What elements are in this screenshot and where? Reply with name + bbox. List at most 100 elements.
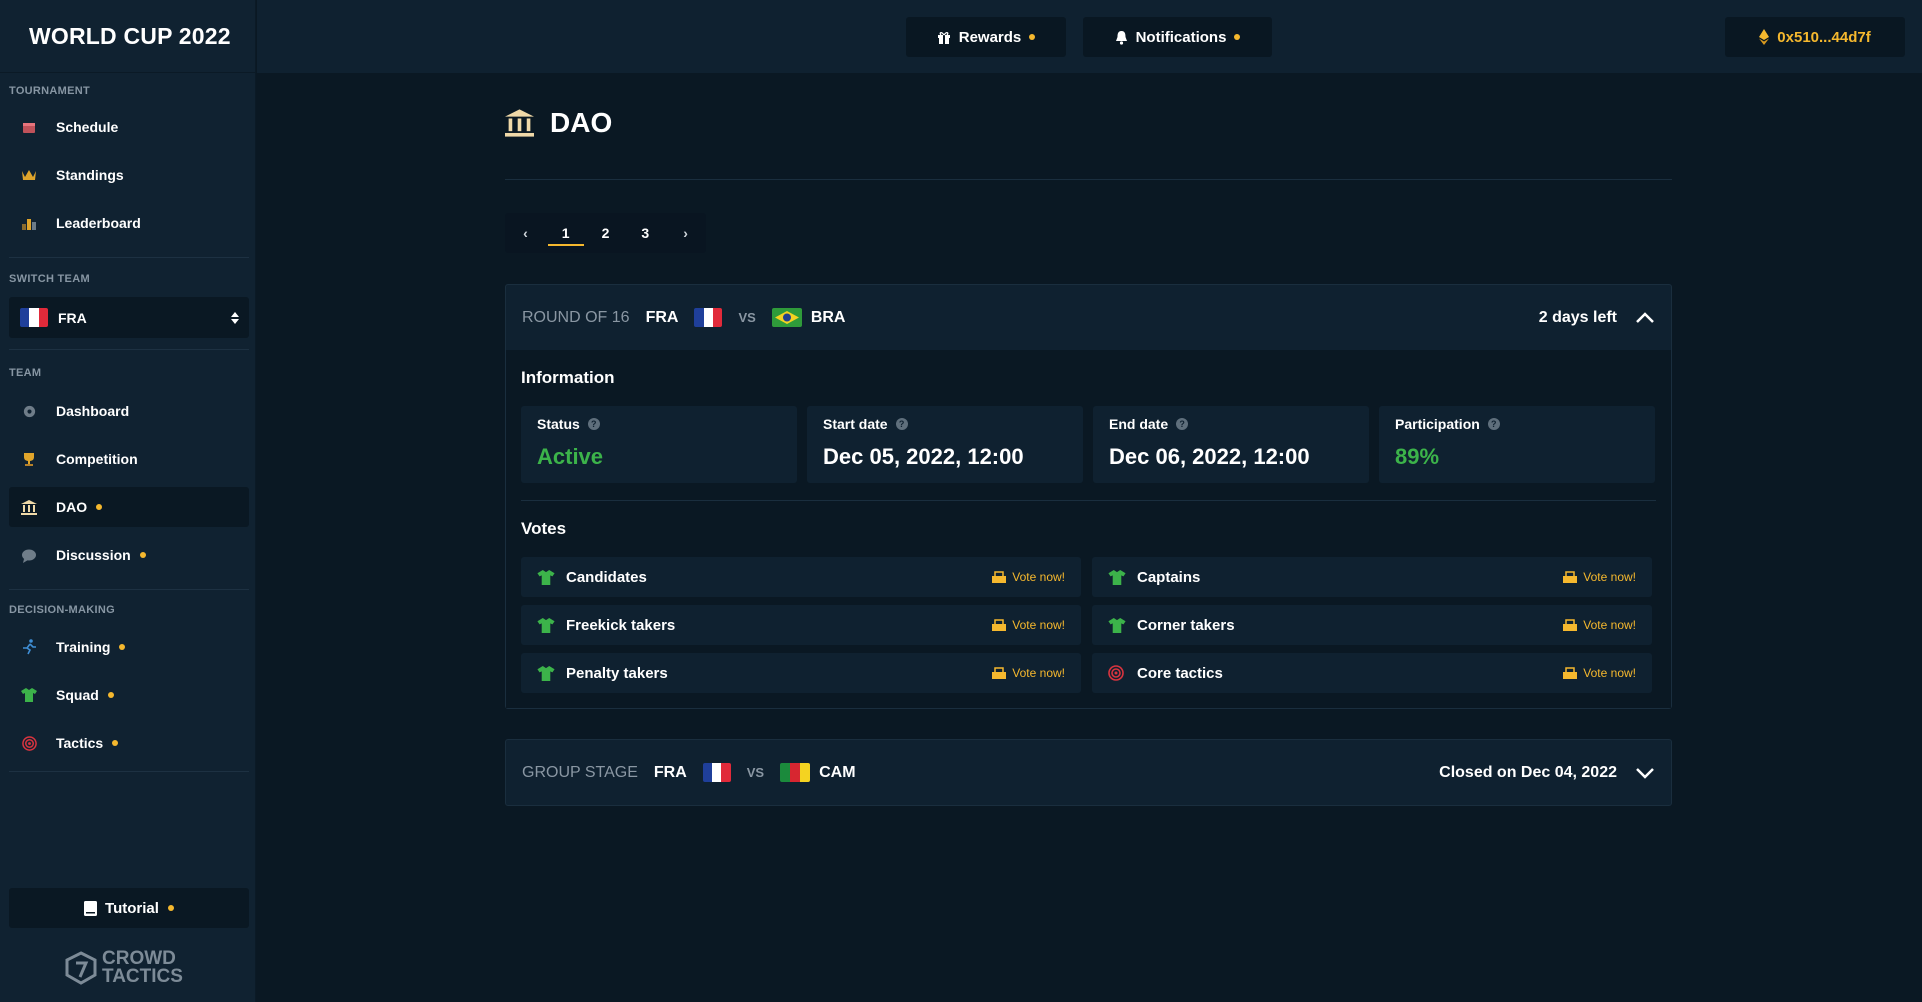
sidebar-item-label: Tactics [56,735,104,751]
sidebar-item-label: Training [56,639,111,655]
wallet-address: 0x510...44d7f [1777,28,1871,46]
vote-label: Freekick takers [566,616,676,634]
home-team: FRA [645,308,679,326]
vote-now-label: Vote now! [1012,618,1065,632]
shirt-icon [1108,616,1128,634]
away-team: CAM [819,763,856,781]
trophy-icon [21,451,37,467]
vote-now-label: Vote now! [1012,570,1065,584]
crown-icon [21,167,37,183]
tutorial-button[interactable]: Tutorial [9,888,249,928]
ethereum-icon [1759,29,1770,45]
sidebar-item-standings[interactable]: Standings [9,155,249,195]
wallet-button[interactable]: 0x510...44d7f [1725,17,1905,57]
vote-row-penalty-takers[interactable]: Penalty takers Vote now! [521,653,1081,693]
tutorial-label: Tutorial [105,899,159,917]
help-icon[interactable]: ? [587,418,600,430]
next-page-button[interactable]: › [665,213,706,253]
info-end-date: End date? Dec 06, 2022, 12:00 [1093,406,1369,483]
france-flag-icon [702,763,731,782]
rewards-button[interactable]: Rewards [906,17,1066,57]
app-title: WORLD CUP 2022 [0,0,255,73]
sidebar-item-training[interactable]: Training [9,627,249,667]
divider [9,589,249,590]
page-button-1[interactable]: 1 [546,213,586,253]
ballot-icon [992,667,1007,679]
team-select-value: FRA [58,309,87,326]
team-select[interactable]: FRA [9,297,249,338]
shield-logo-icon [65,951,97,985]
divider [9,257,249,258]
sidebar-item-leaderboard[interactable]: Leaderboard [9,203,249,243]
vote-label: Corner takers [1137,616,1235,634]
match-card-body: Information Status? Active Start date? D… [506,350,1671,708]
sidebar-item-discussion[interactable]: Discussion [9,535,249,575]
info-value: Dec 06, 2022, 12:00 [1109,444,1310,469]
vs-label: VS [738,310,756,325]
help-icon[interactable]: ? [1487,418,1500,430]
page-button-2[interactable]: 2 [586,213,626,253]
notification-dot [1029,34,1036,40]
notification-dot [119,644,126,650]
runner-icon [21,639,37,655]
vote-label: Candidates [566,568,647,586]
sidebar-item-schedule[interactable]: Schedule [9,107,249,147]
vote-row-core-tactics[interactable]: Core tactics Vote now! [1092,653,1652,693]
prev-page-button[interactable]: ‹ [505,213,546,253]
bank-icon [505,109,534,137]
france-flag-icon [20,308,48,327]
chevron-down-icon[interactable] [1635,767,1655,779]
notifications-button[interactable]: Notifications [1083,17,1272,57]
vote-row-candidates[interactable]: Candidates Vote now! [521,557,1081,597]
vote-now-link[interactable]: Vote now! [992,666,1065,680]
cameroon-flag-icon [780,763,811,782]
sidebar-item-tactics[interactable]: Tactics [9,723,249,763]
information-title: Information [521,368,615,387]
shirt-icon [537,664,557,682]
vote-row-captains[interactable]: Captains Vote now! [1092,557,1652,597]
shirt-icon [21,687,37,703]
sidebar-item-dao[interactable]: DAO [9,487,249,527]
vote-now-link[interactable]: Vote now! [992,618,1065,632]
vote-now-label: Vote now! [1583,618,1636,632]
match-card-header[interactable]: GROUP STAGE FRA VS CAM Closed on Dec 04,… [506,740,1671,805]
rewards-label: Rewards [958,28,1022,46]
sidebar-item-squad[interactable]: Squad [9,675,249,715]
info-value: 89% [1395,444,1440,469]
notification-dot [1234,34,1241,40]
help-icon[interactable]: ? [895,418,908,430]
info-status: Status? Active [521,406,797,483]
vote-row-corner-takers[interactable]: Corner takers Vote now! [1092,605,1652,645]
vote-now-link[interactable]: Vote now! [992,570,1065,584]
ballot-icon [1563,667,1578,679]
vote-now-link[interactable]: Vote now! [1563,666,1636,680]
bank-icon [21,499,37,515]
gear-icon [21,403,37,419]
sidebar-item-label: Competition [56,451,138,467]
section-team: TEAM [9,367,42,379]
vote-now-link[interactable]: Vote now! [1563,618,1636,632]
info-label: Participation [1395,416,1480,432]
notification-dot [167,905,174,911]
sidebar-item-competition[interactable]: Competition [9,439,249,479]
sidebar-item-dashboard[interactable]: Dashboard [9,391,249,431]
notification-dot [107,692,114,698]
vote-label: Core tactics [1137,664,1223,682]
match-card: GROUP STAGE FRA VS CAM Closed on Dec 04,… [505,739,1672,806]
vote-row-freekick-takers[interactable]: Freekick takers Vote now! [521,605,1081,645]
help-icon[interactable]: ? [1176,418,1189,430]
podium-icon [21,215,37,231]
info-value: Dec 05, 2022, 12:00 [823,444,1024,469]
match-card-header[interactable]: ROUND OF 16 FRA VS BRA 2 days left [506,285,1671,350]
vote-label: Captains [1137,568,1201,586]
chevron-up-icon[interactable] [1635,311,1655,324]
page-title-text: DAO [550,107,613,138]
page-button-3[interactable]: 3 [625,213,665,253]
section-decision-making: DECISION-MAKING [9,604,115,616]
brazil-flag-icon [771,308,802,327]
notification-dot [96,504,103,510]
vote-now-label: Vote now! [1583,666,1636,680]
sidebar-item-label: Discussion [56,547,131,563]
ballot-icon [1563,619,1578,631]
vote-now-link[interactable]: Vote now! [1563,570,1636,584]
